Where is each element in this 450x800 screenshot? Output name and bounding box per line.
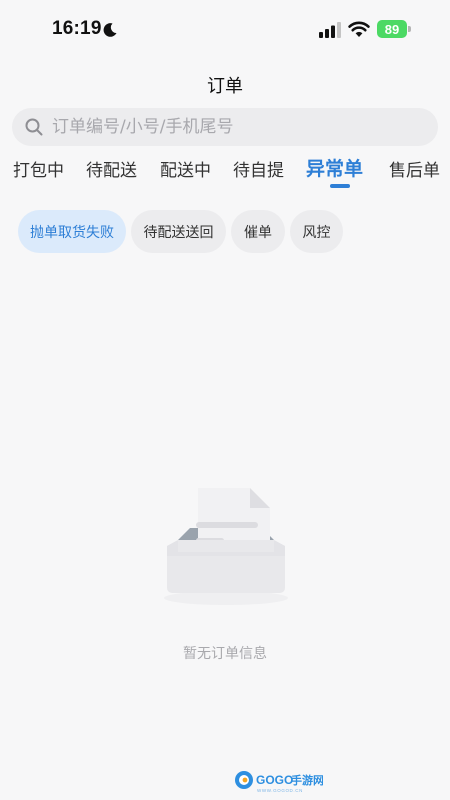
tab-awaiting-pickup[interactable]: 待自提 <box>233 156 284 181</box>
svg-text:手游网: 手游网 <box>291 773 323 787</box>
wifi-icon <box>348 21 370 37</box>
active-tab-indicator <box>330 184 350 188</box>
filter-chip-urge[interactable]: 催单 <box>231 210 285 253</box>
signal-icon <box>319 22 341 38</box>
filter-chip-pickup-failed[interactable]: 抛单取货失败 <box>18 210 126 253</box>
tab-awaiting-delivery[interactable]: 待配送 <box>86 156 137 181</box>
moon-icon <box>103 23 117 37</box>
battery-level: 89 <box>384 21 400 37</box>
battery-icon: 89 <box>377 20 407 38</box>
search-icon <box>25 118 43 136</box>
tab-packing[interactable]: 打包中 <box>13 156 64 181</box>
svg-text:WWW.GOGOD.CN: WWW.GOGOD.CN <box>257 788 303 793</box>
status-bar: 16:19 89 <box>0 0 450 60</box>
tab-delivering[interactable]: 配送中 <box>160 156 211 181</box>
page-title: 订单 <box>207 76 243 97</box>
status-time: 16:19 <box>52 18 102 39</box>
search-input[interactable] <box>52 117 412 137</box>
gogo-watermark-logo: GOGO 手游网 WWW.GOGOD.CN <box>235 771 323 793</box>
search-box[interactable] <box>12 108 438 146</box>
filter-chip-risk-control[interactable]: 风控 <box>290 210 343 253</box>
order-status-tabs: 打包中 待配送 配送中 待自提 异常单 售后单 <box>0 156 450 192</box>
battery-tip <box>408 26 411 32</box>
empty-inbox-icon <box>164 488 288 605</box>
svg-text:GOGO: GOGO <box>256 773 293 787</box>
filter-chip-returned[interactable]: 待配送送回 <box>131 210 226 253</box>
empty-state-message: 暂无订单信息 <box>183 646 267 662</box>
tab-after-sale[interactable]: 售后单 <box>389 156 440 181</box>
tab-exception-orders[interactable]: 异常单 <box>306 154 363 181</box>
